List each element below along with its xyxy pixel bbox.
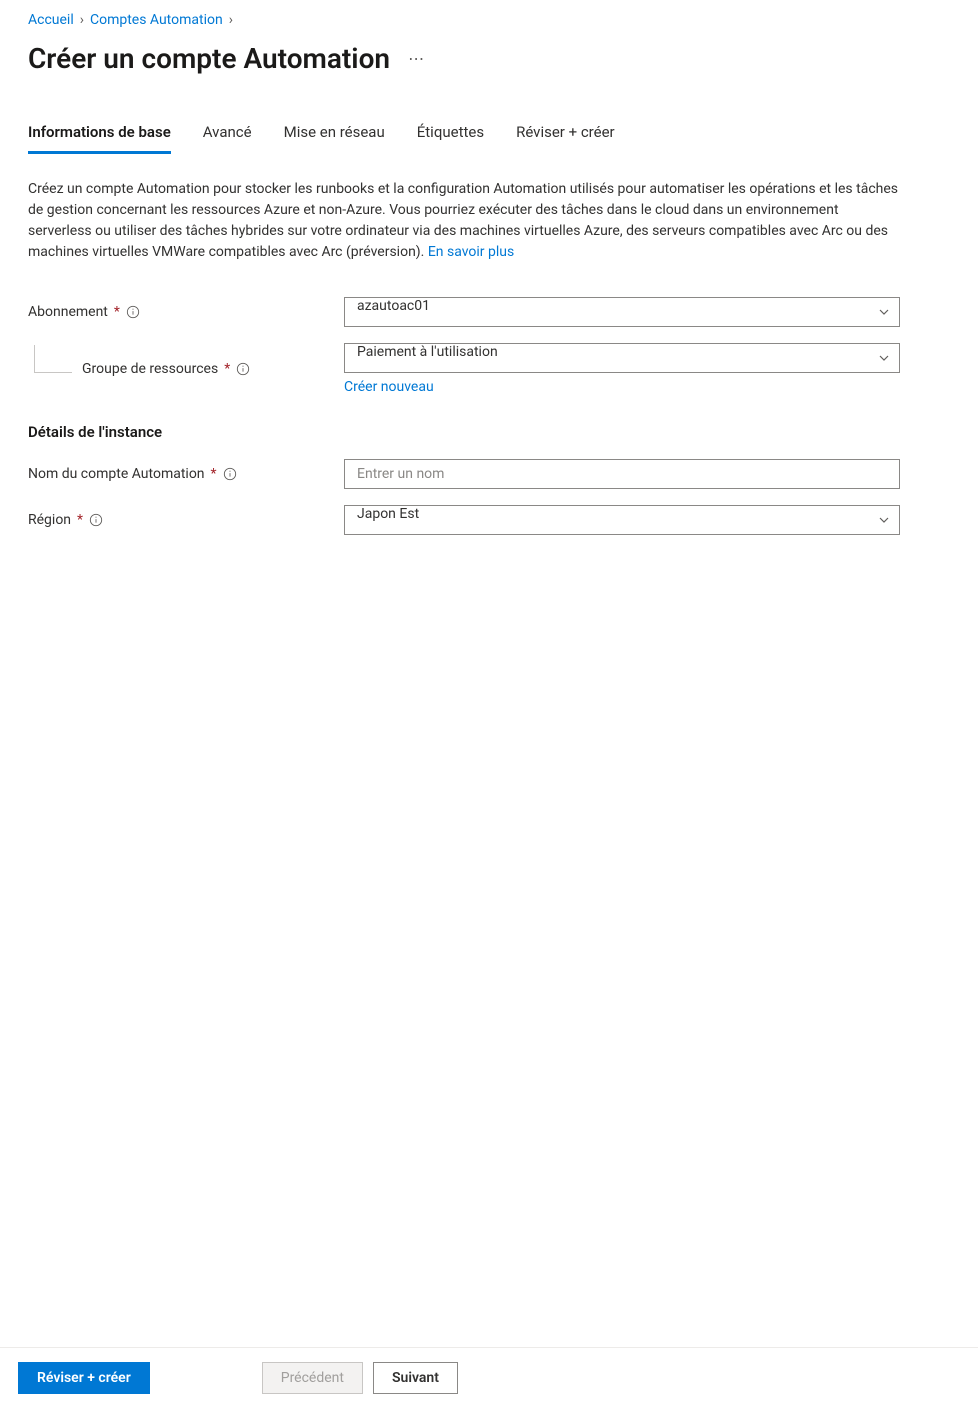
required-indicator: *: [211, 466, 217, 482]
learn-more-link[interactable]: En savoir plus: [428, 244, 514, 260]
chevron-right-icon: ›: [80, 12, 84, 28]
resource-group-select[interactable]: Paiement à l'utilisation: [344, 343, 900, 373]
region-label: Région: [28, 512, 71, 528]
subscription-label: Abonnement: [28, 304, 108, 320]
tab-basic-info[interactable]: Informations de base: [28, 123, 171, 154]
tabs: Informations de base Avancé Mise en rése…: [28, 123, 950, 155]
account-name-label: Nom du compte Automation: [28, 466, 205, 482]
info-icon[interactable]: [126, 305, 140, 319]
indent-connector: [34, 345, 72, 373]
breadcrumb: Accueil › Comptes Automation ›: [28, 12, 950, 28]
footer-bar: Réviser + créer Précédent Suivant: [0, 1347, 978, 1408]
resource-group-label: Groupe de ressources: [82, 361, 218, 377]
subscription-select[interactable]: azautoac01: [344, 297, 900, 327]
breadcrumb-home[interactable]: Accueil: [28, 12, 74, 28]
previous-button: Précédent: [262, 1362, 363, 1394]
required-indicator: *: [114, 304, 120, 320]
review-create-button[interactable]: Réviser + créer: [18, 1362, 150, 1394]
account-name-input[interactable]: [344, 459, 900, 489]
tab-advanced[interactable]: Avancé: [203, 123, 252, 154]
required-indicator: *: [224, 361, 230, 377]
info-icon[interactable]: [89, 513, 103, 527]
required-indicator: *: [77, 512, 83, 528]
tab-networking[interactable]: Mise en réseau: [284, 123, 385, 154]
more-icon[interactable]: ⋯: [408, 49, 425, 68]
breadcrumb-automation-accounts[interactable]: Comptes Automation: [90, 12, 223, 28]
next-button[interactable]: Suivant: [373, 1362, 458, 1394]
instance-details-heading: Détails de l'instance: [28, 423, 950, 441]
chevron-right-icon: ›: [229, 12, 233, 28]
info-icon[interactable]: [236, 362, 250, 376]
info-icon[interactable]: [223, 467, 237, 481]
page-title: Créer un compte Automation: [28, 42, 390, 75]
create-new-resource-group-link[interactable]: Créer nouveau: [344, 379, 434, 395]
region-select[interactable]: Japon Est: [344, 505, 900, 535]
description-text: Créez un compte Automation pour stocker …: [28, 179, 898, 263]
tab-review-create[interactable]: Réviser + créer: [516, 123, 615, 154]
tab-tags[interactable]: Étiquettes: [417, 123, 484, 154]
